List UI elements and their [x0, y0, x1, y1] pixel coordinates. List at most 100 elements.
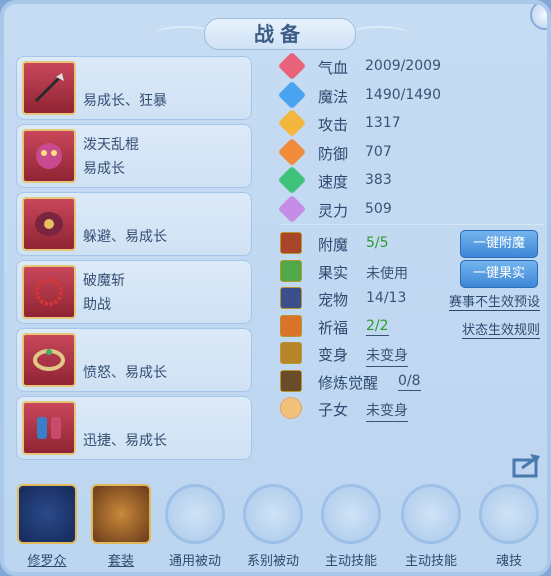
stat-value: 1317 [365, 115, 401, 131]
equipment-trait: 愤怒、易成长 [83, 365, 167, 381]
info-cultivation: 修炼觉醒 0/8 [280, 368, 544, 396]
info-value: 未使用 [366, 265, 408, 282]
locked-skill-icon [401, 484, 461, 544]
info-label: 变身 [318, 346, 349, 364]
equipment-slot-4[interactable]: 破魔斩 助战 [16, 260, 252, 324]
equipment-trait: 躲避、易成长 [83, 229, 167, 245]
tab-label: 魂技 [495, 554, 522, 569]
one-click-enchant-button[interactable]: 一键附魔 [460, 230, 538, 258]
divider [280, 224, 544, 225]
stat-defense: 防御 707 [277, 137, 542, 169]
heart-icon [277, 51, 307, 81]
tab-label: 主动技能 [404, 554, 457, 569]
tab-school-passive[interactable]: 系别被动 [238, 484, 308, 569]
tab-shura[interactable]: 修罗众 [12, 484, 82, 569]
tournament-preset-link[interactable]: 赛事不生效预设 [448, 291, 540, 311]
locked-skill-icon [243, 484, 303, 544]
suit-icon [91, 484, 151, 544]
info-pet: 宠物 14/13 赛事不生效预设 [280, 285, 544, 313]
shura-icon [17, 484, 77, 544]
stat-label: 攻击 [318, 116, 349, 134]
equipment-slot-5[interactable]: 愤怒、易成长 [16, 328, 252, 392]
equipment-slot-3[interactable]: 躲避、易成长 [16, 192, 252, 256]
equipment-name: 泼天乱棍 [83, 137, 139, 153]
mana-icon [277, 80, 307, 109]
info-fruit: 果实 未使用 一键果实 [280, 258, 544, 288]
mask-icon [22, 129, 76, 183]
equipment-slot-6[interactable]: 迅捷、易成长 [16, 396, 252, 460]
stat-label: 气血 [318, 59, 349, 77]
defense-icon [277, 137, 307, 166]
tab-active-skill-2[interactable]: 主动技能 [396, 484, 466, 569]
info-value[interactable]: 未变身 [366, 400, 408, 422]
boots-icon [22, 401, 76, 455]
status-rule-link[interactable]: 状态生效规则 [461, 319, 540, 339]
info-blessing: 祈福 2/2 状态生效规则 [280, 313, 544, 341]
stat-value: 2009/2009 [365, 58, 441, 74]
info-label: 附魔 [318, 236, 349, 254]
equipment-trait: 易成长、狂暴 [83, 93, 167, 109]
equipment-trait: 迅捷、易成长 [83, 433, 167, 449]
info-enchant: 附魔 5/5 一键附魔 [280, 230, 544, 258]
stat-value: 707 [365, 143, 392, 160]
tab-label: 套装 [107, 554, 134, 569]
info-label: 修炼觉醒 [318, 373, 379, 392]
info-value[interactable]: 0/8 [398, 373, 421, 391]
stat-hp: 气血 2009/2009 [277, 51, 542, 83]
stat-label: 魔法 [318, 87, 349, 106]
fruit-icon [280, 259, 302, 282]
stat-value: 383 [365, 172, 392, 188]
cultivation-icon [280, 369, 302, 392]
close-button[interactable] [530, 4, 547, 30]
tab-label: 通用被动 [168, 554, 221, 569]
stat-value: 509 [365, 200, 392, 217]
tab-label: 修罗众 [27, 554, 67, 569]
pet-icon [280, 287, 302, 309]
stat-attack: 攻击 1317 [277, 108, 542, 140]
tab-general-passive[interactable]: 通用被动 [160, 484, 230, 569]
stat-label: 防御 [318, 144, 349, 163]
tab-active-skill-1[interactable]: 主动技能 [316, 484, 386, 569]
info-label: 宠物 [318, 291, 349, 309]
equipment-slot-1[interactable]: 易成长、狂暴 [16, 56, 252, 120]
transform-icon [280, 342, 302, 364]
stat-label: 灵力 [318, 201, 349, 220]
locked-skill-icon [479, 484, 539, 544]
info-list: 附魔 5/5 一键附魔 果实 未使用 一键果实 宠物 14/13 赛事不生效预设… [280, 230, 544, 423]
info-value[interactable]: 未变身 [366, 345, 408, 367]
tab-soul-skill[interactable]: 魂技 [474, 484, 544, 569]
locked-skill-icon [165, 484, 225, 544]
equipment-slot-2[interactable]: 泼天乱棍 易成长 [16, 124, 252, 188]
locked-skill-icon [321, 484, 381, 544]
attack-icon [277, 108, 307, 138]
tab-label: 主动技能 [324, 554, 377, 569]
title-ornament-right [349, 26, 409, 42]
stats-list: 气血 2009/2009 魔法 1490/1490 攻击 1317 防御 707 速度 3… [277, 51, 542, 226]
stat-label: 速度 [318, 173, 349, 191]
stat-value: 1490/1490 [365, 86, 441, 103]
stat-speed: 速度 383 [277, 165, 542, 197]
child-icon [280, 397, 302, 419]
info-transform: 变身 未变身 [280, 340, 544, 368]
info-label: 果实 [318, 263, 349, 282]
equipment-list: 易成长、狂暴 泼天乱棍 易成长 躲避、易成长 破魔斩 助战 愤怒、易成长 迅捷、… [16, 56, 256, 464]
battle-prep-panel: 战备 易成长、狂暴 泼天乱棍 易成长 躲避、易成长 破魔斩 助战 愤怒、易成长 [0, 0, 551, 576]
panel-title: 战备 [204, 18, 356, 50]
equipment-trait: 易成长 [83, 161, 125, 177]
equipment-name: 破魔斩 [83, 273, 125, 289]
info-value[interactable]: 2/2 [366, 318, 389, 336]
tab-suit[interactable]: 套装 [86, 484, 156, 569]
info-value: 5/5 [366, 235, 389, 251]
stat-spirit: 灵力 509 [277, 194, 542, 226]
blessing-icon [280, 314, 302, 337]
spirit-icon [277, 194, 307, 223]
bottom-tabs: 修罗众 套装 通用被动 系别被动 主动技能 主动技能 魂技 [12, 484, 547, 572]
info-children: 子女 未变身 [280, 395, 544, 423]
spear-icon [22, 61, 76, 115]
share-icon[interactable] [512, 452, 542, 478]
one-click-fruit-button[interactable]: 一键果实 [460, 259, 538, 288]
bead-necklace-icon [22, 265, 76, 319]
info-label: 祈福 [318, 318, 349, 337]
tab-label: 系别被动 [246, 554, 299, 569]
info-value: 14/13 [366, 290, 407, 306]
